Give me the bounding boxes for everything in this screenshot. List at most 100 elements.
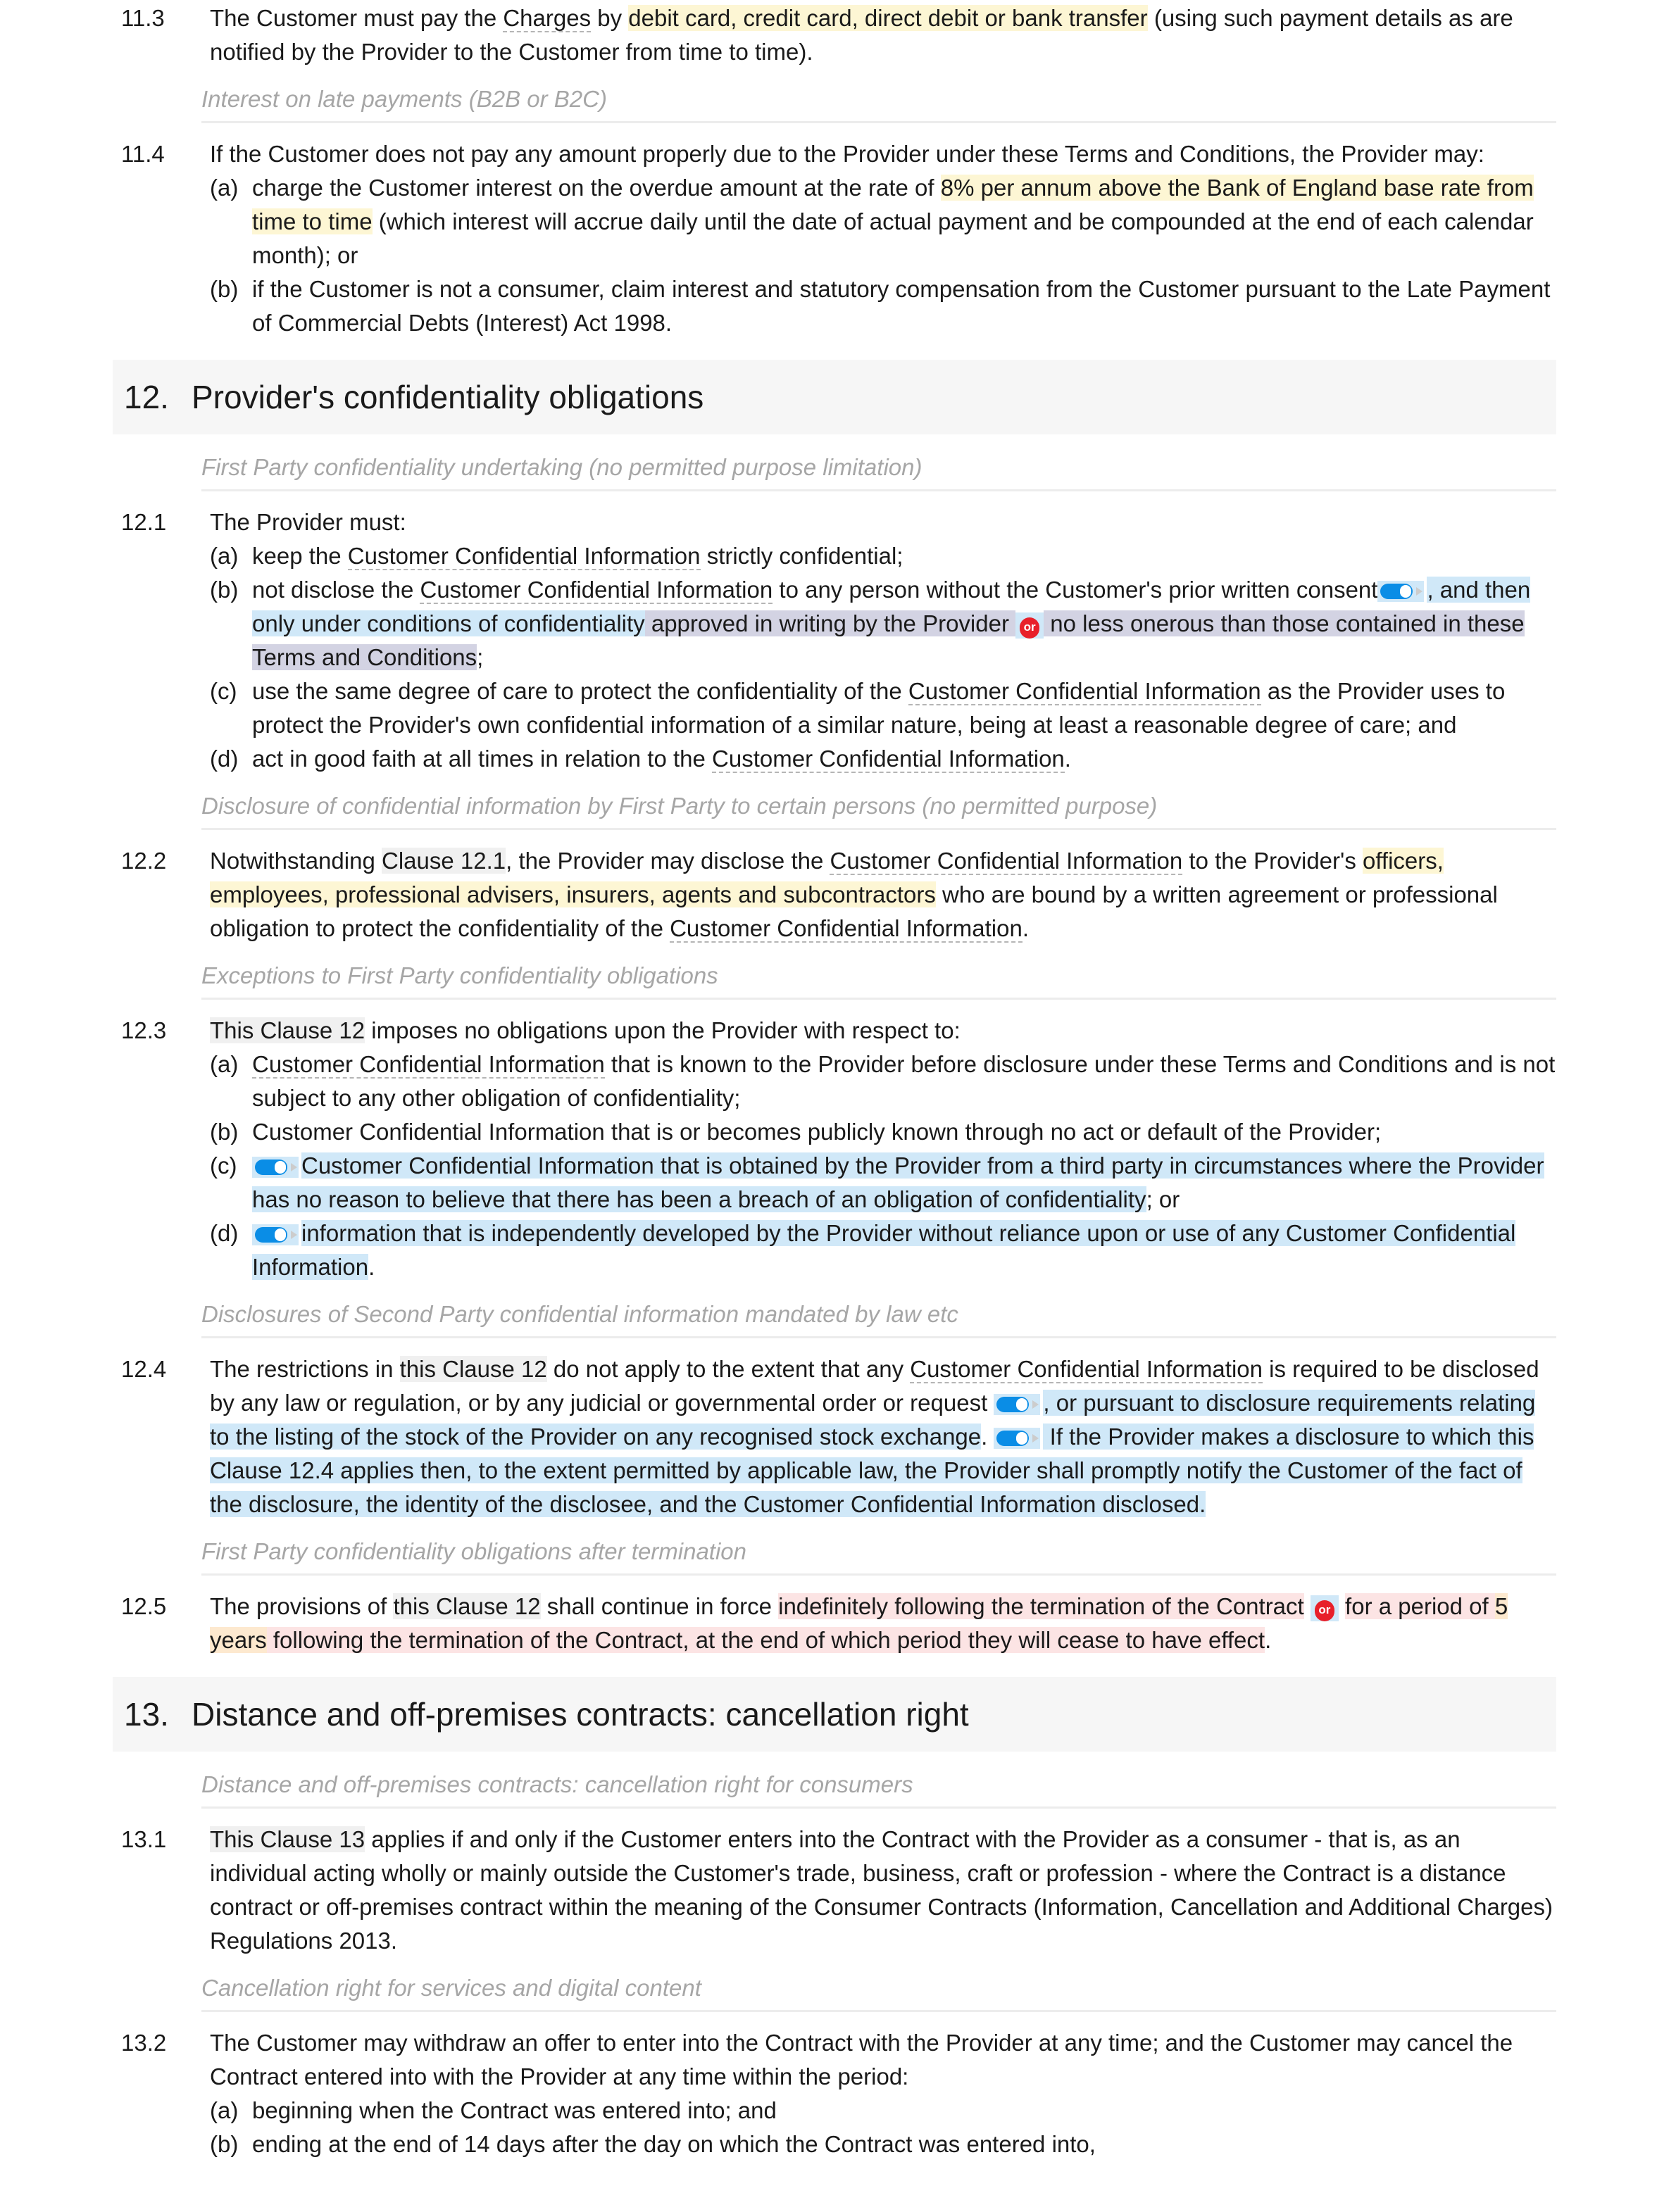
clause-body: The Customer may withdraw an offer to en…: [210, 2026, 1556, 2161]
or-badge-icon[interactable]: or: [1310, 1595, 1339, 1621]
defined-term[interactable]: Customer Confidential Information: [910, 1356, 1263, 1383]
subclause-label: (c): [210, 1152, 237, 1179]
defined-term[interactable]: Customer Confidential Information: [347, 543, 701, 570]
subclause-text: charge the Customer interest on the over…: [252, 171, 1556, 272]
text: [1304, 1593, 1311, 1619]
subclause-label: (a): [210, 543, 239, 569]
defined-term[interactable]: Charges: [503, 5, 592, 32]
clause-text: This Clause 12 imposes no obligations up…: [210, 1014, 1556, 1048]
text: act in good faith at all times in relati…: [252, 746, 713, 772]
subclause-text: Customer Confidential Information that i…: [252, 1149, 1556, 1217]
clause-text: The Customer must pay the Charges by deb…: [210, 1, 1556, 69]
text: not disclose the: [252, 577, 420, 603]
clause-text: The Provider must:: [210, 505, 1556, 539]
subclause-label: (b): [210, 276, 239, 302]
clause-number: 11.3: [121, 5, 165, 31]
clause-number: 12.2: [121, 848, 167, 874]
text: The Customer may withdraw an offer to en…: [210, 2030, 1513, 2090]
or-badge-label: or: [1314, 1600, 1334, 1621]
subclause: (a) Customer Confidential Information tha…: [210, 1048, 1556, 1115]
clause: 12.1 The Provider must: (a) keep the Custom…: [113, 505, 1556, 776]
clause-number: 12.1: [121, 509, 167, 535]
subclause-label: (a): [210, 2097, 239, 2123]
clause: 11.4 If the Customer does not pay any amo…: [113, 137, 1556, 340]
clause-body: The provisions of this Clause 12 shall c…: [210, 1590, 1556, 1657]
subclause: (a) keep the Customer Confidential Inform…: [210, 539, 1556, 573]
alternative-text: following the termination of the Contrac…: [266, 1627, 1265, 1653]
clause-number: 13.2: [121, 2030, 167, 2056]
subclause-label: (b): [210, 577, 239, 603]
toggle-switch-icon[interactable]: [252, 1224, 299, 1246]
toggle-switch-icon[interactable]: [1377, 581, 1425, 603]
optional-text: debit card, credit card, direct debit or…: [628, 5, 1148, 31]
text: .: [981, 1424, 994, 1450]
text: The Customer must pay the: [210, 5, 504, 31]
defined-term[interactable]: Customer Confidential Information: [830, 848, 1183, 875]
defined-term[interactable]: Customer Confidential Information: [252, 1051, 605, 1079]
heading-title: Distance and off-premises contracts: can…: [192, 1696, 969, 1733]
text: imposes no obligations upon the Provider…: [365, 1017, 961, 1043]
section-heading: 13. Distance and off-premises contracts: …: [113, 1677, 1556, 1752]
clause: 12.3 This Clause 12 imposes no obligation…: [113, 1014, 1556, 1284]
clause-body: This Clause 12 imposes no obligations up…: [210, 1014, 1556, 1284]
section-note: First Party confidentiality undertaking …: [201, 450, 1556, 491]
clause-reference[interactable]: This Clause 12: [210, 1017, 365, 1043]
text: if the Customer is not a consumer, claim…: [252, 276, 1551, 336]
text: If the Customer does not pay any amount …: [210, 141, 1484, 167]
toggle-switch-icon[interactable]: [994, 1394, 1041, 1416]
subclause-label: (b): [210, 1119, 239, 1145]
text: charge the Customer interest on the over…: [252, 175, 941, 201]
text: to the Provider's: [1182, 848, 1363, 874]
clause: 12.5 The provisions of this Clause 12 sha…: [113, 1590, 1556, 1657]
subclause-label: (c): [210, 678, 237, 704]
text: The provisions of: [210, 1593, 394, 1619]
clause-reference[interactable]: this Clause 12: [393, 1593, 541, 1619]
subclause-label: (d): [210, 1220, 239, 1246]
clause-number: 12.5: [121, 1593, 167, 1619]
clause-text: Notwithstanding Clause 12.1, the Provide…: [210, 844, 1556, 945]
subclause-label: (b): [210, 2131, 239, 2157]
text: strictly confidential;: [700, 543, 903, 569]
text: ending at the end of 14 days after the d…: [252, 2131, 1096, 2157]
text: ;: [477, 644, 484, 670]
text: , the Provider may disclose the: [506, 848, 830, 874]
subclause-label: (d): [210, 746, 239, 772]
subclause-text: Customer Confidential Information that i…: [252, 1115, 1556, 1149]
text: keep the: [252, 543, 348, 569]
clause: 12.2 Notwithstanding Clause 12.1, the Pro…: [113, 844, 1556, 945]
optional-text: information that is independently develo…: [252, 1220, 1516, 1280]
subclause-text: Customer Confidential Information that i…: [252, 1048, 1556, 1115]
text: to any person without the Customer's pri…: [773, 577, 1378, 603]
clause-reference[interactable]: This Clause 13: [210, 1826, 365, 1852]
defined-term[interactable]: Customer Confidential Information: [670, 915, 1023, 943]
text: by: [591, 5, 629, 31]
or-badge-label: or: [1020, 617, 1040, 639]
clause-body: Notwithstanding Clause 12.1, the Provide…: [210, 844, 1556, 945]
clause-reference[interactable]: this Clause 12: [399, 1356, 547, 1382]
section-heading: 12. Provider's confidentiality obligation…: [113, 360, 1556, 434]
toggle-switch-icon[interactable]: [252, 1157, 299, 1179]
subclause: (d) information that is independently dev…: [210, 1217, 1556, 1284]
text: beginning when the Contract was entered …: [252, 2097, 777, 2123]
section-note: Disclosure of confidential information b…: [201, 788, 1556, 830]
text: .: [1064, 746, 1071, 772]
defined-term[interactable]: Customer Confidential Information: [908, 678, 1261, 705]
alternative-text: approved in writing by the Provider: [644, 610, 1016, 636]
clause: 13.1 This Clause 13 applies if and only i…: [113, 1823, 1556, 1958]
clause-number: 12.3: [121, 1017, 167, 1043]
clause-reference[interactable]: Clause 12.1: [381, 848, 506, 874]
text: applies if and only if the Customer ente…: [210, 1826, 1553, 1954]
defined-term[interactable]: Customer Confidential Information: [420, 577, 773, 604]
heading-title: Provider's confidentiality obligations: [192, 379, 704, 415]
subclause: (c) Customer Confidential Information tha…: [210, 1149, 1556, 1217]
text: [1339, 1593, 1345, 1619]
clause-text: The Customer may withdraw an offer to en…: [210, 2026, 1556, 2094]
or-badge-icon[interactable]: or: [1015, 612, 1044, 639]
subclause: (b) if the Customer is not a consumer, cl…: [210, 272, 1556, 340]
text: .: [1022, 915, 1030, 941]
clause-body: The Customer must pay the Charges by deb…: [210, 1, 1556, 69]
text: do not apply to the extent that any: [546, 1356, 911, 1382]
defined-term[interactable]: Customer Confidential Information: [712, 746, 1065, 773]
subclause: (a) beginning when the Contract was enter…: [210, 2094, 1556, 2128]
toggle-switch-icon[interactable]: [994, 1428, 1041, 1450]
